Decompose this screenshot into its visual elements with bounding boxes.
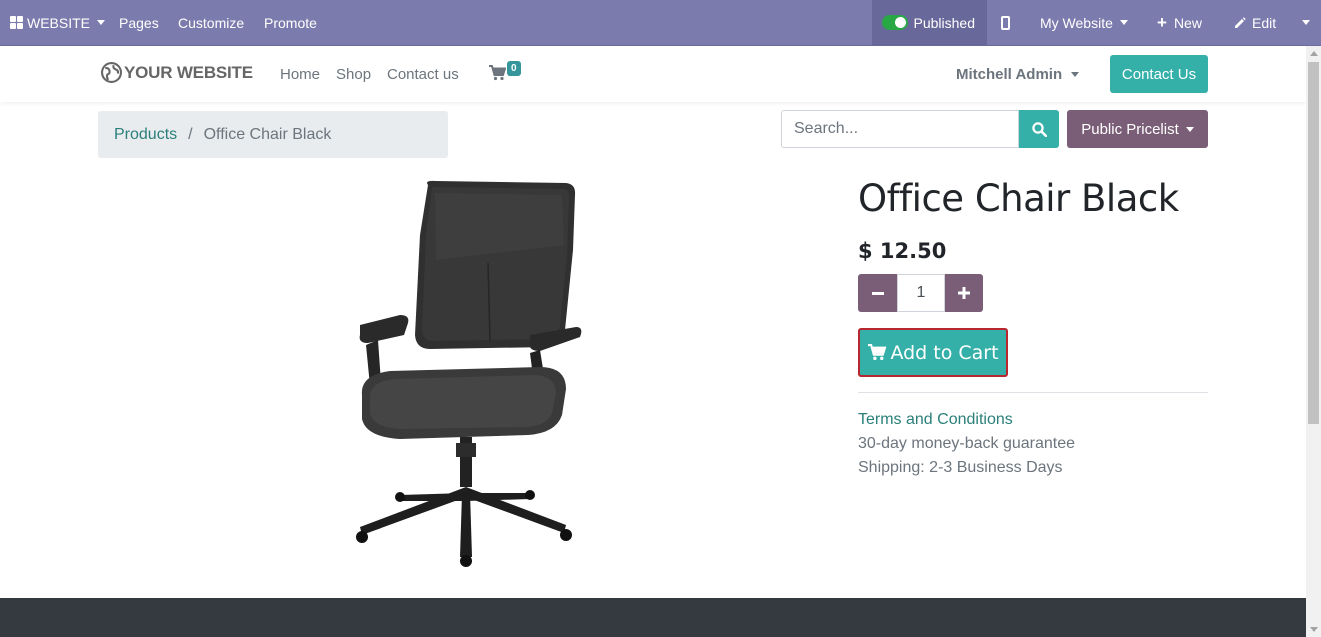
user-name: Mitchell Admin (956, 66, 1063, 83)
customize-menu[interactable]: Customize (178, 0, 244, 45)
search-button[interactable] (1019, 110, 1059, 148)
new-content-button[interactable]: + New (1157, 0, 1202, 45)
pencil-icon (1234, 16, 1246, 29)
more-options-toggle[interactable] (1302, 0, 1310, 45)
breadcrumb: Products / Office Chair Black (98, 111, 448, 158)
user-menu[interactable]: Mitchell Admin (956, 66, 1080, 83)
pricelist-dropdown[interactable]: Public Pricelist (1067, 110, 1208, 148)
search-input[interactable] (781, 110, 1019, 148)
footer (0, 598, 1306, 637)
edit-button[interactable]: Edit (1234, 0, 1276, 45)
globe-icon (101, 62, 122, 83)
scrollbar-thumb[interactable] (1308, 62, 1319, 424)
nav-shop[interactable]: Shop (336, 66, 371, 83)
quantity-input[interactable] (897, 274, 945, 312)
chevron-down-icon (1302, 20, 1310, 25)
product-title: Office Chair Black (858, 177, 1179, 220)
search-icon (1031, 121, 1047, 137)
breadcrumb-current: Office Chair Black (203, 125, 332, 143)
new-label: New (1173, 14, 1202, 31)
product-price: $ 12.50 (858, 239, 947, 263)
website-switcher[interactable]: My Website (1040, 0, 1128, 45)
app-menu-label: WEBSITE (27, 14, 91, 31)
shipping-text: Shipping: 2-3 Business Days (858, 459, 1063, 476)
toggle-switch-icon (882, 15, 908, 30)
add-to-cart-label: Add to Cart (890, 341, 999, 364)
chevron-down-icon (1185, 126, 1194, 132)
product-image (340, 175, 590, 575)
shopping-cart-icon (867, 344, 887, 361)
nav-home[interactable]: Home (280, 66, 320, 83)
publish-toggle[interactable]: Published (872, 0, 987, 45)
page-scrollbar[interactable] (1306, 46, 1321, 637)
terms-and-conditions-link[interactable]: Terms and Conditions (858, 411, 1013, 429)
quantity-increase-button[interactable] (945, 274, 983, 312)
website-switcher-label: My Website (1040, 14, 1113, 31)
contact-us-button[interactable]: Contact Us (1110, 55, 1208, 93)
published-label: Published (913, 14, 976, 31)
pricelist-label: Public Pricelist (1081, 120, 1179, 138)
chevron-down-icon (1119, 20, 1128, 25)
promote-menu[interactable]: Promote (264, 0, 317, 45)
scroll-up-arrow-icon[interactable] (1310, 51, 1318, 56)
apps-grid-icon (10, 16, 23, 29)
cart-count-badge: 0 (507, 61, 521, 76)
minus-icon (871, 291, 884, 295)
guarantee-text: 30-day money-back guarantee (858, 435, 1076, 452)
edit-label: Edit (1252, 14, 1277, 31)
breadcrumb-products-link[interactable]: Products (114, 126, 177, 144)
nav-contact-us[interactable]: Contact us (387, 66, 459, 83)
mobile-preview-button[interactable] (1001, 0, 1010, 45)
chevron-down-icon (97, 20, 106, 25)
quantity-decrease-button[interactable] (858, 274, 897, 312)
plus-icon: + (1157, 13, 1167, 32)
app-menu-button[interactable]: WEBSITE (10, 0, 106, 45)
scroll-down-arrow-icon[interactable] (1310, 627, 1318, 632)
plus-icon (958, 287, 970, 299)
website-header: YOUR WEBSITE Home Shop Contact us 0 Mitc… (0, 46, 1306, 102)
admin-navbar: WEBSITE Pages Customize Promote Publishe… (0, 0, 1321, 46)
site-logo[interactable]: YOUR WEBSITE (101, 62, 253, 83)
breadcrumb-separator: / (188, 125, 193, 143)
chevron-down-icon (1071, 72, 1080, 77)
pages-menu[interactable]: Pages (119, 0, 159, 45)
cart-icon[interactable] (489, 65, 506, 81)
divider (858, 392, 1208, 393)
add-to-cart-button[interactable]: Add to Cart (858, 328, 1008, 377)
mobile-icon (1001, 15, 1010, 30)
logo-text: YOUR WEBSITE (124, 62, 253, 82)
